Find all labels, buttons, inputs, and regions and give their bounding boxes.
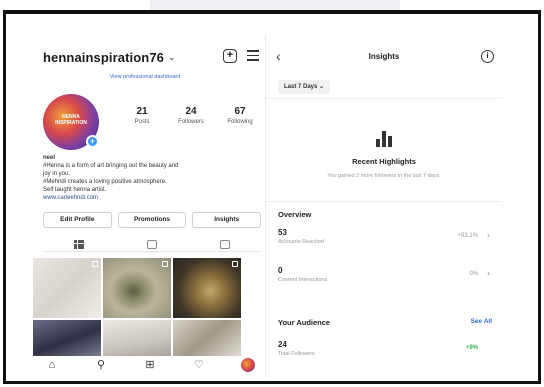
overview-section: Overview 53 Accounts Reached +93.1% › 0 … [278, 210, 492, 283]
stat-followers-label: Followers [178, 119, 204, 125]
highlights-subtitle: You gained 2 more followers in the last … [327, 173, 441, 179]
bio-website-link[interactable]: www.carleehndi.com [43, 194, 261, 202]
audience-title: Your Audience [278, 318, 331, 327]
content-interactions-label: Content Interactions [278, 277, 328, 283]
photo-grid [33, 258, 241, 356]
bio-line-2: joy in you. [43, 171, 71, 177]
profile-panel: hennainspiration76 ⌄ + View professional… [29, 34, 262, 377]
highlights-title: Recent Highlights [352, 157, 416, 166]
total-followers-value: 24 [278, 340, 287, 349]
photo-thumbnail[interactable] [33, 258, 101, 318]
multi-photo-icon [162, 261, 168, 267]
photo-thumbnail[interactable] [103, 258, 171, 318]
chevron-down-icon[interactable]: ⌄ [168, 52, 176, 63]
insights-panel: ‹ Insights i Last 7 Days ⌄ Recent Highli… [265, 34, 502, 377]
promotions-button[interactable]: Promotions [117, 212, 187, 228]
profile-avatar-icon[interactable] [241, 358, 255, 372]
total-followers-label: Total Followers [278, 351, 315, 357]
insights-button[interactable]: Insights [192, 212, 262, 228]
photo-thumbnail[interactable] [103, 320, 171, 356]
menu-icon[interactable] [247, 50, 259, 62]
recent-highlights: Recent Highlights You gained 2 more foll… [266, 98, 502, 202]
audience-section: Your Audience See All 24 Total Followers… [278, 318, 492, 357]
create-post-icon[interactable]: + [223, 49, 237, 63]
chevron-right-icon: › [487, 268, 490, 278]
stat-posts[interactable]: 21 Posts [121, 106, 163, 125]
highlights-chart-icon [374, 127, 394, 147]
content-interactions-change: 0% [469, 271, 478, 277]
avatar-logo-text: HENNA INSPIRATION [55, 114, 87, 126]
bottom-nav: ⌂ ⚲ ⊞ ♡ [39, 356, 261, 374]
profile-action-buttons: Edit Profile Promotions Insights [43, 212, 262, 228]
bio-name: neel [43, 155, 56, 161]
overview-title: Overview [278, 210, 312, 219]
search-icon[interactable]: ⚲ [94, 359, 108, 371]
add-story-icon[interactable]: + [86, 135, 99, 148]
edit-profile-button[interactable]: Edit Profile [43, 212, 112, 228]
bio-line-4: Self taught henna artist. [43, 187, 107, 193]
new-post-icon[interactable]: ⊞ [143, 359, 157, 371]
accounts-reached-label: Accounts Reached [278, 239, 325, 245]
stat-posts-value: 21 [136, 106, 148, 117]
grid-icon[interactable] [74, 240, 85, 249]
tagged-icon[interactable] [219, 240, 230, 249]
profile-header: hennainspiration76 ⌄ + [43, 48, 261, 66]
photo-thumbnail[interactable] [173, 258, 241, 318]
username[interactable]: hennainspiration76 [43, 50, 164, 65]
photo-thumbnail[interactable] [33, 320, 101, 356]
multi-photo-icon [232, 261, 238, 267]
content-interactions-value: 0 [278, 266, 283, 275]
insights-title: Insights [368, 52, 400, 61]
chevron-down-icon: ⌄ [319, 84, 325, 90]
stat-following-value: 67 [234, 106, 246, 117]
screenshot-frame: hennainspiration76 ⌄ + View professional… [3, 10, 541, 384]
multi-photo-icon [92, 261, 98, 267]
reels-icon[interactable] [146, 240, 157, 249]
total-followers-row[interactable]: 24 Total Followers +9% [278, 340, 492, 364]
content-interactions-row[interactable]: 0 Content Interactions 0% › [278, 266, 492, 290]
total-followers-change: +9% [465, 345, 478, 351]
stat-following-label: Following [227, 119, 253, 125]
date-range-dropdown[interactable]: Last 7 Days ⌄ [278, 80, 331, 94]
stat-followers[interactable]: 24 Followers [170, 106, 212, 125]
heart-icon[interactable]: ♡ [192, 359, 206, 371]
avatar[interactable]: HENNA INSPIRATION + [43, 94, 99, 150]
info-icon[interactable]: i [481, 50, 494, 63]
see-all-link[interactable]: See All [471, 318, 492, 325]
insights-header: ‹ Insights i [266, 48, 502, 66]
top-edge-tint [150, 0, 400, 10]
stat-followers-value: 24 [185, 106, 197, 117]
stat-following[interactable]: 67 Following [219, 106, 261, 125]
home-icon[interactable]: ⌂ [45, 359, 59, 371]
bio-line-1: #Henna is a form of art bringing out the… [43, 163, 179, 169]
accounts-reached-row[interactable]: 53 Accounts Reached +93.1% › [278, 228, 492, 252]
bio-line-3: #Mehndi creates a loving positive atmosp… [43, 179, 167, 185]
pro-dashboard-link[interactable]: View professional dashboard [29, 74, 261, 80]
stat-posts-label: Posts [134, 119, 150, 125]
photo-thumbnail[interactable] [173, 320, 241, 356]
chevron-right-icon: › [487, 230, 490, 240]
profile-bio: neel #Henna is a form of art bringing ou… [43, 154, 261, 202]
profile-tabs [43, 238, 261, 252]
date-range-label: Last 7 Days [284, 84, 318, 90]
profile-stats: 21 Posts 24 Followers 67 Following [121, 106, 261, 125]
accounts-reached-change: +93.1% [457, 233, 478, 239]
